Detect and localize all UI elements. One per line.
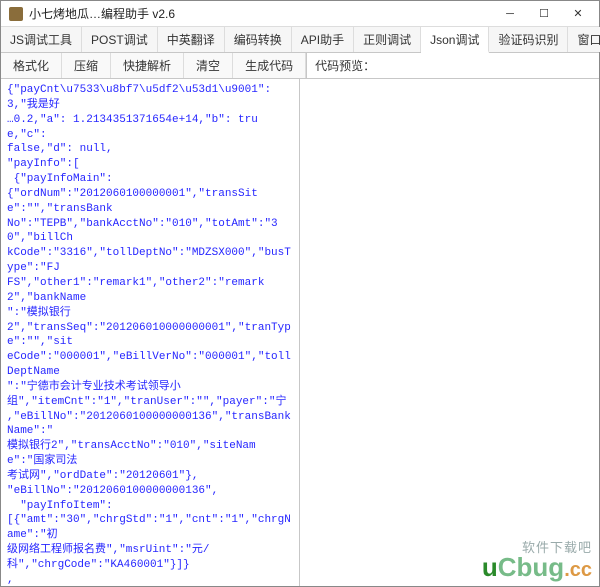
clear-button[interactable]: 清空 bbox=[184, 53, 233, 78]
toolbar-left: 格式化 压缩 快捷解析 清空 生成代码 bbox=[1, 53, 306, 78]
json-editor[interactable]: {"payCnt\u7533\u8bf7\u5df2\u53d1\u9001":… bbox=[1, 79, 300, 586]
window-title: 小七烤地瓜…编程助手 v2.6 bbox=[29, 5, 493, 22]
tab-window-probe[interactable]: 窗口探测 bbox=[568, 27, 600, 52]
tab-js-debug[interactable]: JS调试工具 bbox=[1, 27, 82, 52]
tab-regex[interactable]: 正则调试 bbox=[354, 27, 421, 52]
content-area: {"payCnt\u7533\u8bf7\u5df2\u53d1\u9001":… bbox=[1, 79, 599, 586]
format-button[interactable]: 格式化 bbox=[1, 53, 62, 78]
quickparse-button[interactable]: 快捷解析 bbox=[111, 53, 184, 78]
compress-button[interactable]: 压缩 bbox=[62, 53, 111, 78]
main-tabs: JS调试工具 POST调试 中英翻译 编码转换 API助手 正则调试 Json调… bbox=[1, 27, 599, 53]
preview-label: 代码预览： bbox=[315, 57, 375, 74]
maximize-button[interactable]: ☐ bbox=[527, 2, 561, 26]
gencode-button[interactable]: 生成代码 bbox=[233, 53, 306, 78]
app-window: 小七烤地瓜…编程助手 v2.6 ─ ☐ ✕ JS调试工具 POST调试 中英翻译… bbox=[0, 0, 600, 587]
tab-translate[interactable]: 中英翻译 bbox=[158, 27, 225, 52]
minimize-button[interactable]: ─ bbox=[493, 2, 527, 26]
window-controls: ─ ☐ ✕ bbox=[493, 2, 595, 26]
tab-json[interactable]: Json调试 bbox=[421, 27, 489, 53]
close-button[interactable]: ✕ bbox=[561, 2, 595, 26]
tab-captcha[interactable]: 验证码识别 bbox=[489, 27, 568, 52]
app-icon bbox=[9, 7, 23, 21]
tab-encode[interactable]: 编码转换 bbox=[225, 27, 292, 52]
json-toolbar: 格式化 压缩 快捷解析 清空 生成代码 代码预览： bbox=[1, 53, 599, 79]
code-preview[interactable] bbox=[300, 79, 599, 586]
toolbar-right: 代码预览： bbox=[306, 53, 599, 78]
tab-post-debug[interactable]: POST调试 bbox=[82, 27, 158, 52]
tab-api-helper[interactable]: API助手 bbox=[292, 27, 354, 52]
titlebar: 小七烤地瓜…编程助手 v2.6 ─ ☐ ✕ bbox=[1, 1, 599, 27]
